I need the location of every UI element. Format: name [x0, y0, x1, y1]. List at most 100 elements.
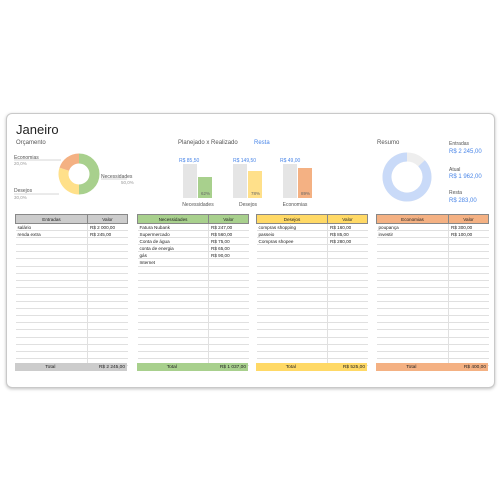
cell-value[interactable] [327, 287, 368, 295]
cell-value[interactable] [327, 308, 368, 317]
table-row[interactable] [376, 351, 489, 359]
cell-item[interactable] [376, 344, 449, 352]
cell-item[interactable] [256, 308, 328, 317]
cell-item[interactable] [376, 301, 449, 310]
cell-item[interactable] [15, 273, 88, 281]
table-row[interactable] [137, 301, 249, 310]
table-row[interactable] [256, 308, 368, 317]
cell-item[interactable]: passeio [256, 230, 328, 239]
cell-value[interactable] [87, 244, 128, 253]
cell-item[interactable] [376, 251, 449, 260]
cell-item[interactable] [376, 287, 449, 295]
cell-value[interactable] [87, 308, 128, 317]
cell-item[interactable] [256, 273, 328, 281]
table-row[interactable] [15, 322, 128, 331]
table-row[interactable] [137, 266, 249, 274]
cell-item[interactable] [15, 322, 88, 331]
table-row[interactable] [256, 322, 368, 331]
cell-value[interactable] [448, 301, 489, 310]
cell-value[interactable]: R$ 245,00 [87, 230, 128, 239]
table-row[interactable]: conta de energia R$ 65,00 [137, 244, 249, 253]
cell-value[interactable] [87, 351, 128, 359]
table-row[interactable] [15, 315, 128, 324]
table-row[interactable] [376, 344, 489, 352]
cell-item[interactable]: renda extra [15, 230, 88, 239]
table-row[interactable] [15, 237, 128, 246]
table-row[interactable] [376, 266, 489, 274]
table-row[interactable] [15, 287, 128, 295]
cell-value[interactable] [208, 273, 249, 281]
cell-value[interactable] [87, 294, 128, 303]
table-row[interactable] [15, 337, 128, 345]
cell-value[interactable] [327, 266, 368, 274]
table-row[interactable]: Internet [137, 258, 249, 267]
table-row[interactable] [137, 287, 249, 295]
cell-item[interactable] [376, 351, 449, 359]
cell-item[interactable]: Conta de água [137, 237, 209, 246]
cell-item[interactable] [15, 344, 88, 352]
table-row[interactable] [376, 337, 489, 345]
cell-value[interactable] [327, 294, 368, 303]
cell-value[interactable] [87, 337, 128, 345]
cell-value[interactable]: R$ 247,00 [208, 223, 249, 232]
cell-item[interactable] [256, 244, 328, 253]
cell-value[interactable] [448, 322, 489, 331]
cell-value[interactable] [448, 287, 489, 295]
cell-item[interactable] [376, 244, 449, 253]
cell-item[interactable] [15, 308, 88, 317]
cell-item[interactable] [137, 329, 209, 338]
cell-item[interactable] [15, 251, 88, 260]
table-row[interactable] [376, 251, 489, 260]
cell-item[interactable] [256, 280, 328, 288]
cell-item[interactable]: Fatura Nubank [137, 223, 209, 232]
cell-value[interactable] [448, 294, 489, 303]
table-row[interactable]: Supermercado R$ 560,00 [137, 230, 249, 239]
cell-value[interactable] [448, 351, 489, 359]
cell-value[interactable] [448, 329, 489, 338]
cell-item[interactable] [376, 237, 449, 246]
table-row[interactable] [15, 273, 128, 281]
table-row[interactable] [376, 329, 489, 338]
cell-item[interactable] [15, 315, 88, 324]
table-row[interactable] [137, 308, 249, 317]
cell-value[interactable] [208, 294, 249, 303]
table-row[interactable] [376, 280, 489, 288]
cell-value[interactable]: R$ 2 000,00 [87, 223, 128, 232]
cell-value[interactable] [87, 329, 128, 338]
cell-item[interactable] [256, 351, 328, 359]
cell-value[interactable] [208, 351, 249, 359]
cell-value[interactable] [448, 280, 489, 288]
cell-value[interactable] [327, 337, 368, 345]
cell-item[interactable] [376, 308, 449, 317]
table-row[interactable] [15, 280, 128, 288]
cell-item[interactable] [256, 294, 328, 303]
cell-item[interactable] [256, 322, 328, 331]
table-row[interactable] [376, 258, 489, 267]
cell-item[interactable] [256, 287, 328, 295]
table-row[interactable]: poupança R$ 300,00 [376, 223, 489, 232]
table-row[interactable] [376, 322, 489, 331]
cell-item[interactable] [137, 315, 209, 324]
cell-item[interactable] [256, 344, 328, 352]
table-row[interactable] [137, 280, 249, 288]
table-row[interactable] [256, 315, 368, 324]
cell-value[interactable] [448, 315, 489, 324]
table-row[interactable]: compras shopping R$ 160,00 [256, 223, 368, 232]
cell-item[interactable] [256, 337, 328, 345]
table-row[interactable] [137, 351, 249, 359]
table-row[interactable]: gás R$ 90,00 [137, 251, 249, 260]
cell-value[interactable] [208, 344, 249, 352]
table-row[interactable] [137, 337, 249, 345]
cell-item[interactable] [376, 294, 449, 303]
cell-item[interactable] [137, 344, 209, 352]
cell-value[interactable] [87, 273, 128, 281]
cell-value[interactable] [208, 329, 249, 338]
table-row[interactable]: passeio R$ 85,00 [256, 230, 368, 239]
cell-value[interactable] [327, 258, 368, 267]
cell-value[interactable]: R$ 280,00 [327, 237, 368, 246]
cell-value[interactable] [208, 301, 249, 310]
table-row[interactable] [376, 294, 489, 303]
cell-value[interactable] [448, 251, 489, 260]
table-row[interactable] [256, 266, 368, 274]
cell-item[interactable]: gás [137, 251, 209, 260]
